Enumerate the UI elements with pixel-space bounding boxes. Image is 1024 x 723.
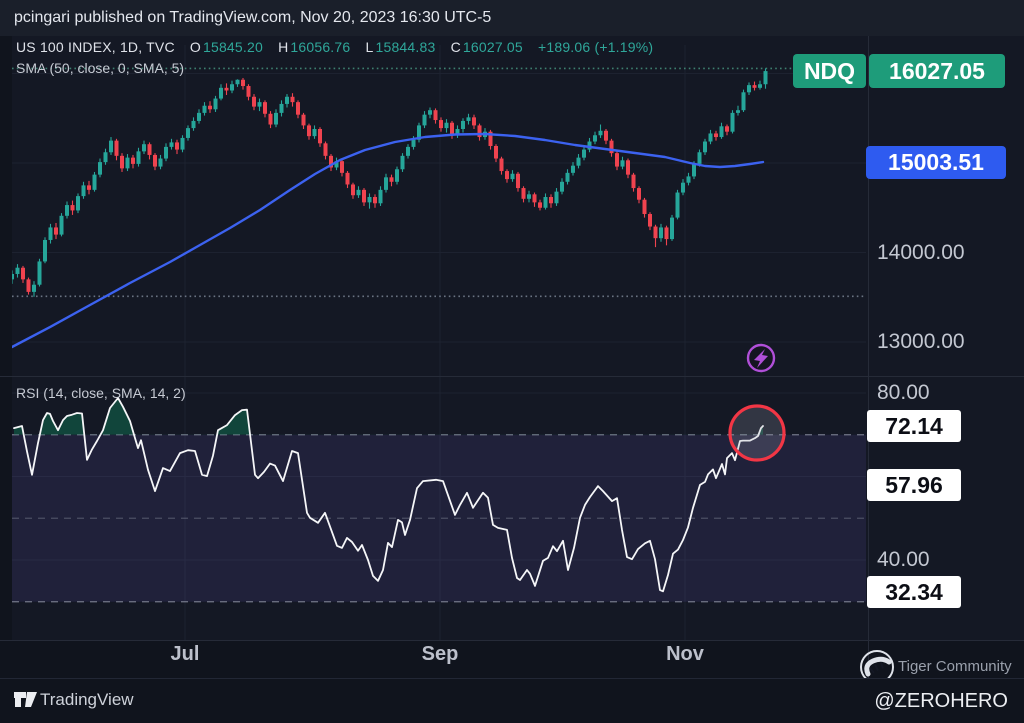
- published-chart-page: pcingari published on TradingView.com, N…: [0, 0, 1024, 723]
- price-axis-label: 14000.00: [877, 240, 965, 264]
- legend-high-value: 16056.76: [290, 39, 351, 55]
- month-label-sep: Sep: [421, 643, 459, 665]
- legend-low-value: 15844.83: [375, 39, 436, 55]
- legend-low-label: L: [365, 39, 374, 55]
- rsi-legend: RSI (14, close, SMA, 14, 2): [16, 385, 186, 401]
- tradingview-logo-icon: [14, 692, 37, 707]
- lightning-boost-icon[interactable]: [746, 343, 776, 373]
- rsi-highlight-circle: [728, 404, 786, 462]
- legend-change: +189.06 (+1.19%): [537, 39, 654, 55]
- legend-close-label: C: [450, 39, 461, 55]
- sma-price-badge: 15003.51: [866, 146, 1006, 179]
- chart-canvas[interactable]: [0, 0, 1024, 723]
- month-label-jul: Jul: [170, 643, 200, 665]
- legend-high-label: H: [278, 39, 289, 55]
- left-gutter: [0, 36, 12, 640]
- rsi-value-badge: 72.14: [867, 410, 961, 442]
- price-axis-label: 13000.00: [877, 330, 965, 353]
- last-price-badge: 16027.05: [869, 54, 1005, 88]
- sma-legend: SMA (50, close, 0, SMA, 5): [16, 60, 185, 76]
- symbol-ticker-badge: NDQ: [793, 54, 866, 88]
- time-axis-divider: [0, 640, 1024, 641]
- legend-open-value: 15845.20: [202, 39, 263, 55]
- tiger-community-label: Tiger Community: [898, 658, 1012, 675]
- symbol-legend: US 100 INDEX, 1D, TVC O 15845.20 H 16056.7…: [16, 39, 655, 55]
- author-handle: @ZEROHERO: [874, 690, 1008, 712]
- tradingview-brand: TradingView: [40, 690, 134, 709]
- footer-bar: [0, 678, 1024, 723]
- pane-divider: [0, 376, 1024, 377]
- rsi-axis-label: 80.00: [877, 381, 930, 404]
- month-label-nov: Nov: [666, 643, 704, 665]
- rsi-axis-label: 40.00: [877, 548, 930, 571]
- rsi-value-badge: 32.34: [867, 576, 961, 608]
- rsi-value-badge: 57.96: [867, 469, 961, 501]
- legend-open-label: O: [189, 39, 201, 55]
- legend-close-value: 16027.05: [462, 39, 523, 55]
- legend-symbol: US 100 INDEX, 1D, TVC: [16, 39, 175, 55]
